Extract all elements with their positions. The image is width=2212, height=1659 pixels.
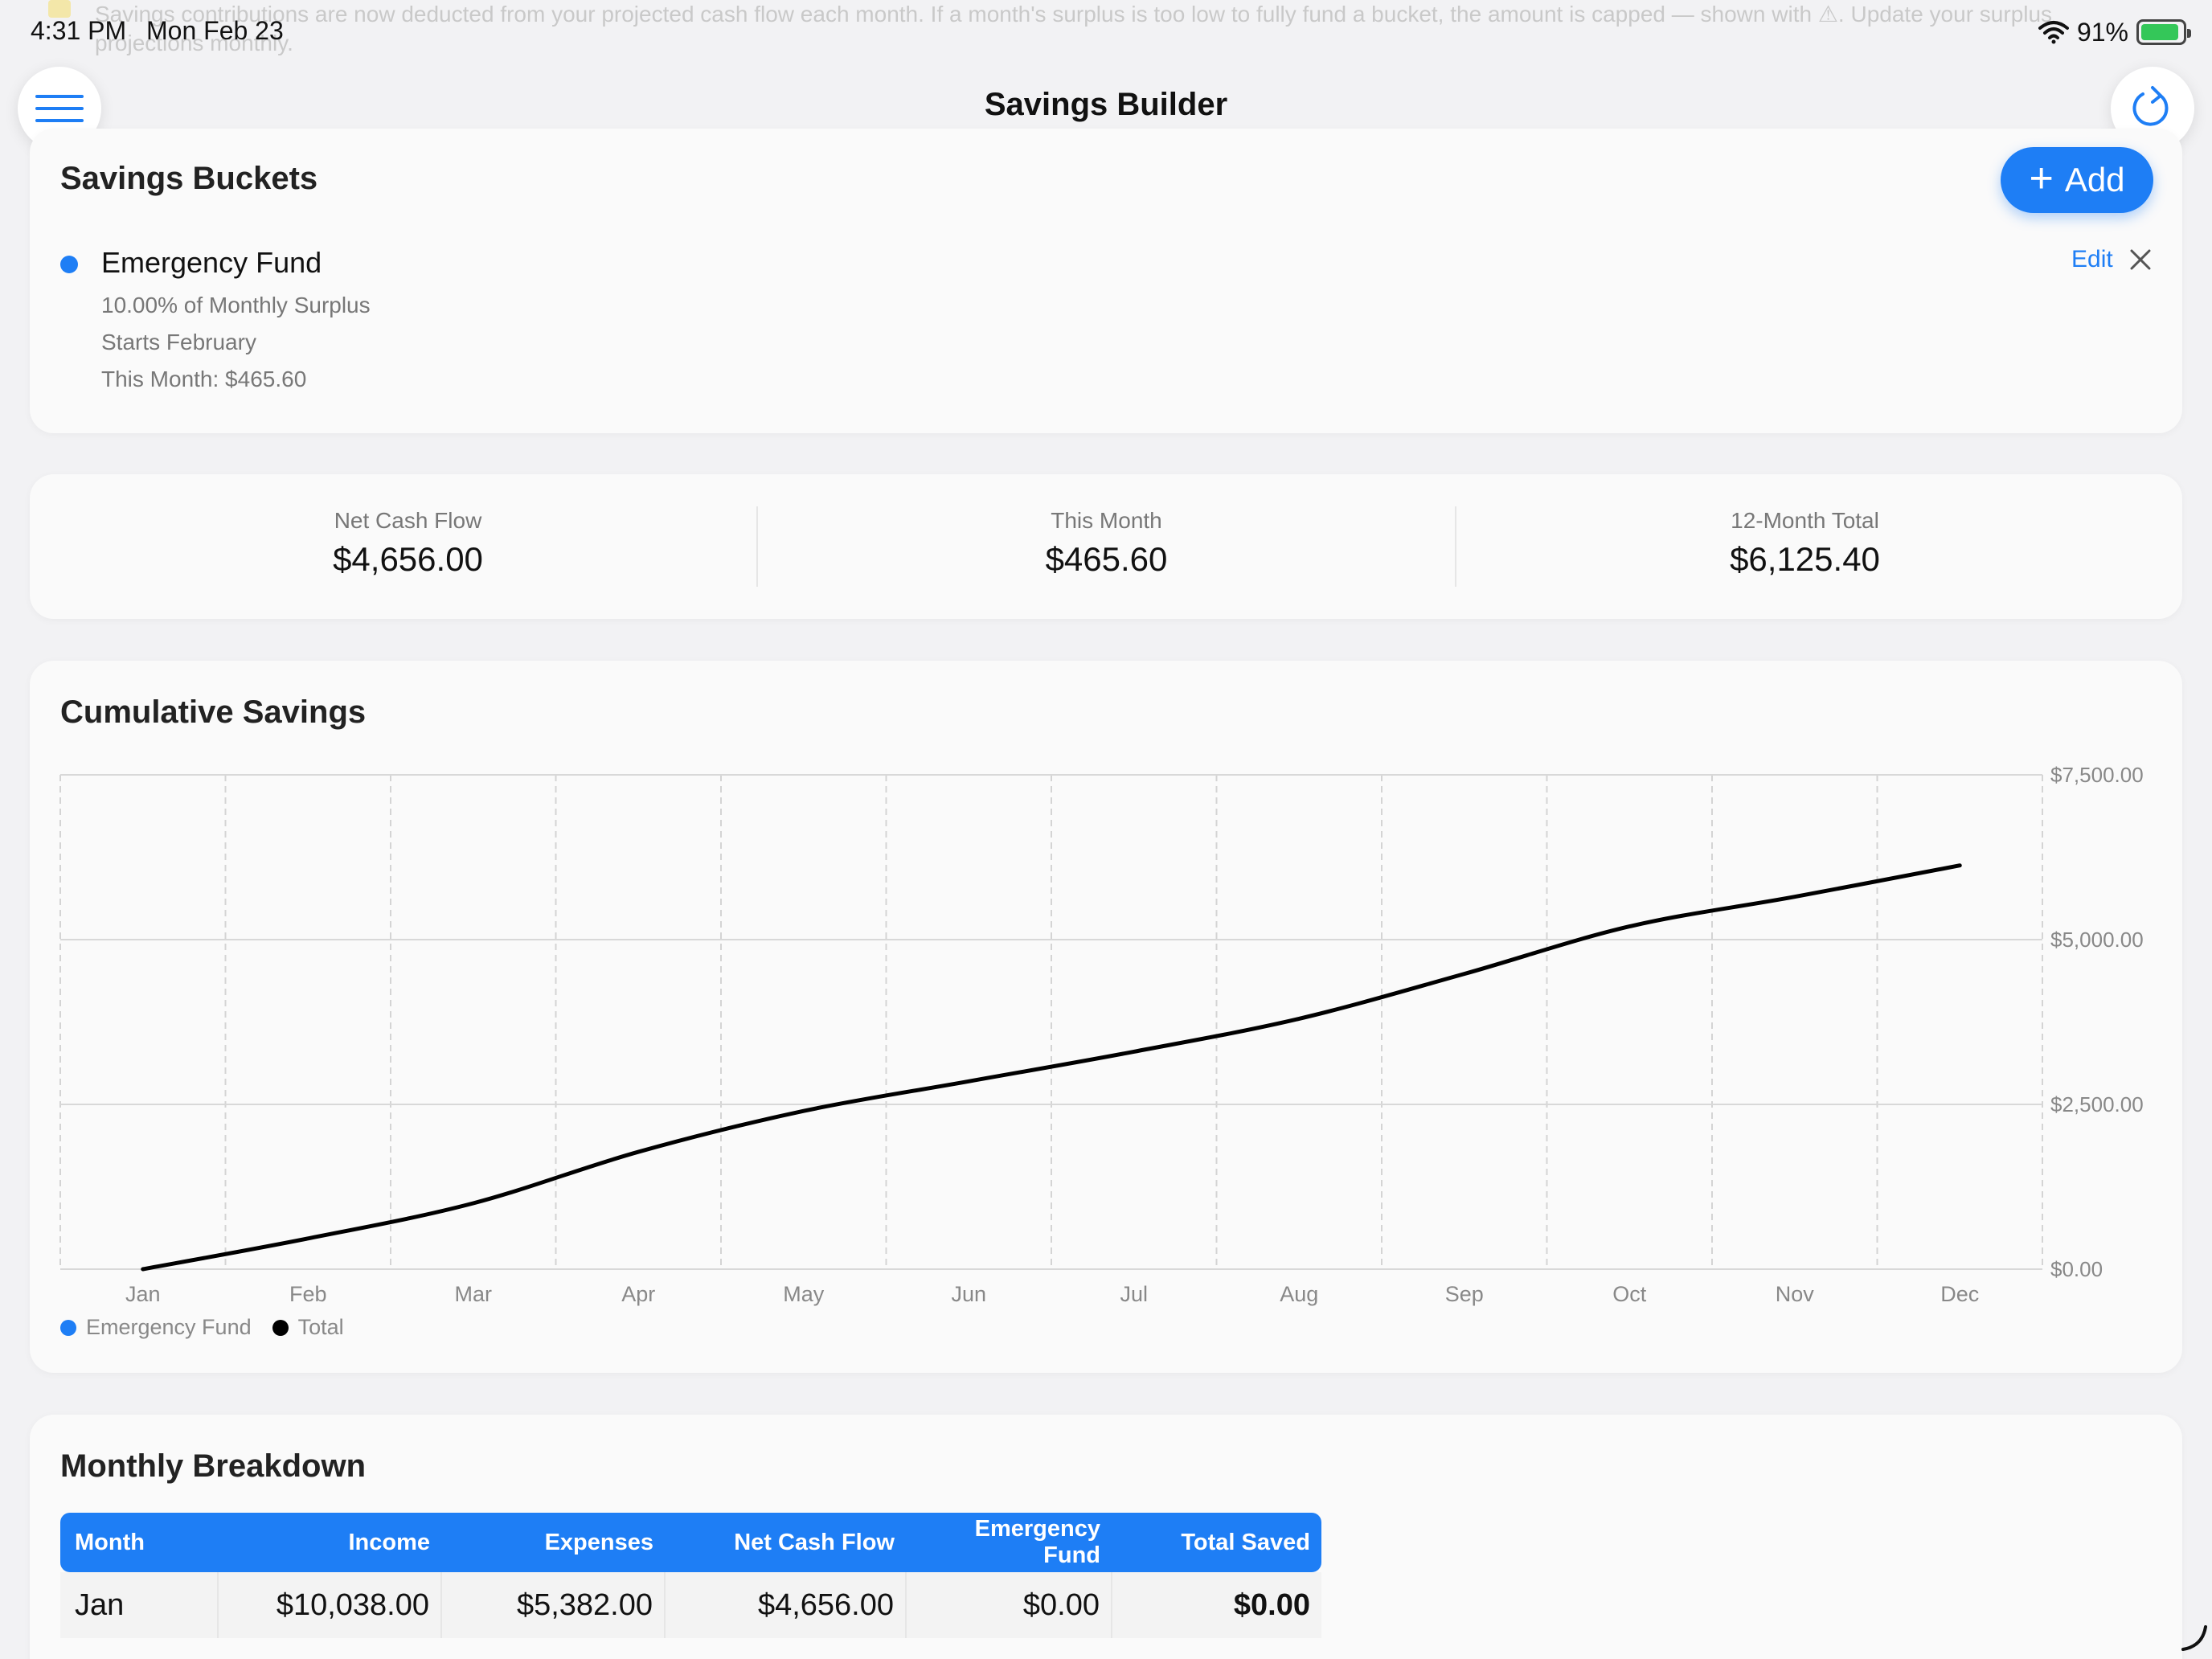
column-header: Income — [218, 1513, 441, 1572]
legend-label-emergency-fund: Emergency Fund — [86, 1315, 252, 1339]
cell-emergency-fund: $0.00 — [906, 1572, 1112, 1638]
x-tick-label: Mar — [455, 1282, 493, 1306]
breakdown-title: Monthly Breakdown — [60, 1448, 367, 1484]
chart-legend: Emergency Fund Total — [60, 1315, 344, 1340]
legend-label-total: Total — [297, 1315, 344, 1339]
x-tick-label: Aug — [1280, 1282, 1318, 1306]
column-header: Month — [60, 1513, 218, 1572]
y-tick-label: $7,500.00 — [2050, 763, 2144, 787]
table-row: Jan $10,038.00 $5,382.00 $4,656.00 $0.00… — [60, 1572, 1321, 1638]
table-header-row: Month Income Expenses Net Cash Flow Emer… — [60, 1513, 1321, 1572]
y-tick-label: $2,500.00 — [2050, 1092, 2144, 1116]
x-tick-label: May — [783, 1282, 825, 1306]
x-tick-label: Jun — [951, 1282, 986, 1306]
x-tick-label: Apr — [621, 1282, 655, 1306]
cell-expenses: $5,382.00 — [441, 1572, 666, 1638]
x-tick-label: Feb — [289, 1282, 327, 1306]
x-tick-label: Sep — [1445, 1282, 1484, 1306]
x-tick-label: Oct — [1612, 1282, 1647, 1306]
cell-net-cash-flow: $4,656.00 — [665, 1572, 907, 1638]
x-tick-label: Jul — [1120, 1282, 1148, 1306]
resize-handle-icon[interactable] — [2180, 1624, 2209, 1653]
legend-dot-total — [272, 1319, 289, 1336]
breakdown-table: Month Income Expenses Net Cash Flow Emer… — [60, 1513, 1321, 1638]
column-header: Total Saved — [1112, 1513, 1321, 1572]
column-header: Net Cash Flow — [665, 1513, 906, 1572]
x-tick-label: Dec — [1940, 1282, 1979, 1306]
y-tick-label: $0.00 — [2050, 1257, 2103, 1281]
x-tick-label: Nov — [1776, 1282, 1815, 1306]
cumulative-savings-chart: $0.00 $2,500.00 $5,000.00 $7,500.00 Jan Feb Ma… — [59, 763, 2144, 1306]
cell-month: Jan — [60, 1572, 219, 1638]
y-tick-label: $5,000.00 — [2050, 928, 2144, 952]
x-tick-label: Jan — [125, 1282, 161, 1306]
column-header: Emergency Fund — [906, 1513, 1112, 1572]
column-header: Expenses — [441, 1513, 665, 1572]
cell-total-saved: $0.00 — [1112, 1572, 1321, 1638]
cell-income: $10,038.00 — [218, 1572, 442, 1638]
legend-dot-emergency-fund — [60, 1319, 76, 1336]
